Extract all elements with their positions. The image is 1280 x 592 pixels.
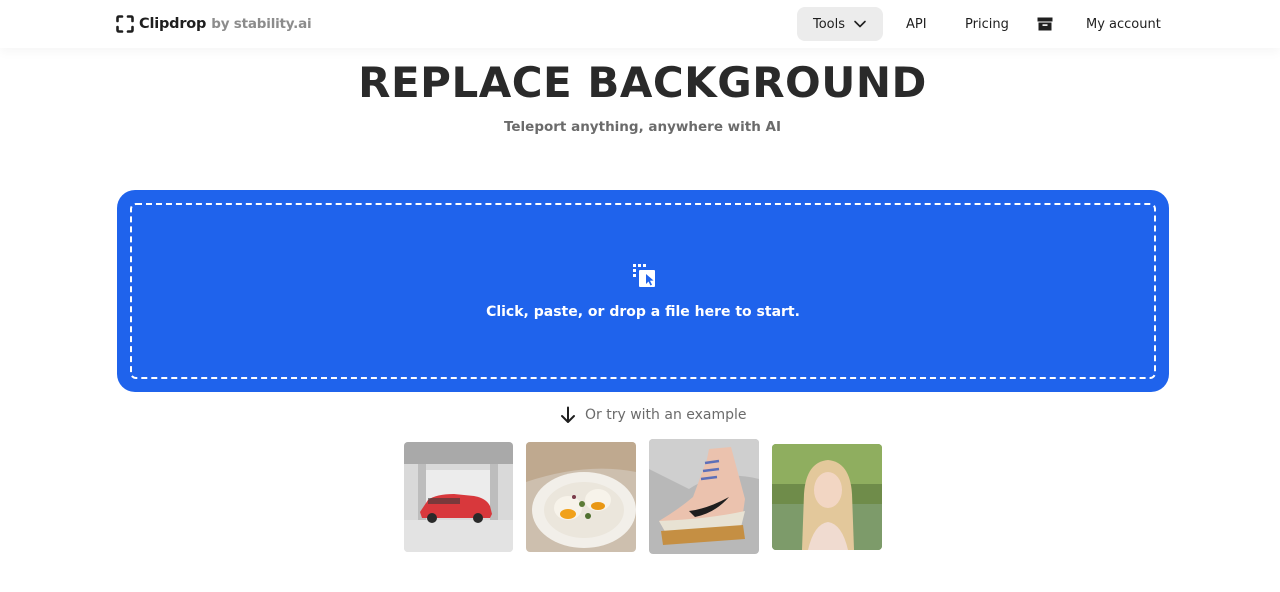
page-title: REPLACE BACKGROUND bbox=[358, 58, 927, 107]
top-navbar: Clipdrop by stability.ai Tools API Prici… bbox=[0, 0, 1280, 48]
tools-label: Tools bbox=[812, 16, 846, 32]
page-subtitle: Teleport anything, anywhere with AI bbox=[503, 119, 782, 135]
portrait-thumbnail bbox=[772, 444, 882, 550]
car-thumbnail bbox=[404, 442, 513, 552]
archive-box-icon bbox=[1037, 17, 1053, 31]
my-account-link[interactable]: My account bbox=[1086, 7, 1161, 41]
logo-byline: by stability.ai bbox=[211, 16, 312, 32]
dropzone-instructions: Click, paste, or drop a file here to sta… bbox=[486, 304, 800, 320]
dropzone-dashed-border: Click, paste, or drop a file here to sta… bbox=[130, 203, 1156, 379]
pricing-link[interactable]: Pricing bbox=[965, 7, 1009, 41]
tools-menu-button[interactable]: Tools bbox=[797, 7, 883, 41]
food-thumbnail bbox=[526, 442, 636, 552]
example-image-portrait[interactable] bbox=[772, 444, 882, 550]
example-image-food[interactable] bbox=[526, 442, 636, 552]
example-image-sneaker[interactable] bbox=[649, 439, 759, 554]
examples-label: Or try with an example bbox=[585, 407, 747, 423]
file-dropzone[interactable]: Click, paste, or drop a file here to sta… bbox=[117, 190, 1169, 392]
chevron-down-icon bbox=[854, 20, 866, 28]
archive-button[interactable] bbox=[1037, 7, 1053, 41]
examples-heading: Or try with an example bbox=[560, 405, 747, 425]
sneaker-thumbnail bbox=[649, 439, 759, 554]
logo-name: Clipdrop bbox=[139, 16, 207, 32]
example-image-car[interactable] bbox=[404, 442, 513, 552]
arrow-down-icon bbox=[561, 406, 575, 423]
upload-cursor-icon bbox=[633, 264, 655, 287]
clipdrop-logo-link[interactable]: Clipdrop by stability.ai bbox=[116, 14, 312, 34]
api-link[interactable]: API bbox=[906, 7, 927, 41]
clipdrop-bracket-icon bbox=[116, 15, 134, 33]
